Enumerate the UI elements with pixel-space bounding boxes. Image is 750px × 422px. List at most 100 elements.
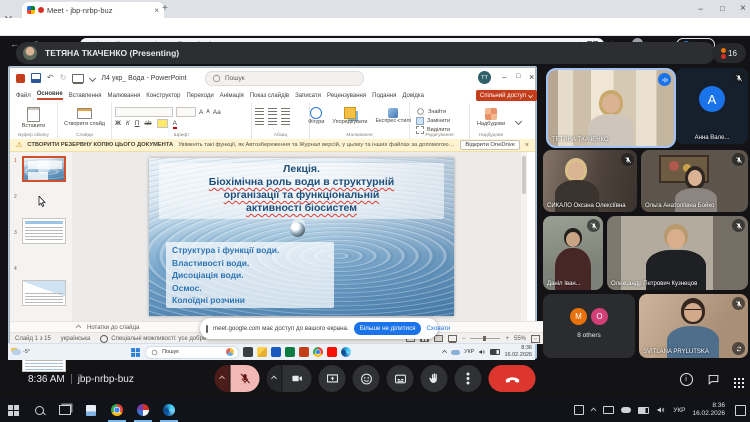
zoom-in-icon[interactable]: +: [505, 336, 509, 342]
ppt-restore-icon[interactable]: □: [516, 73, 520, 80]
quick-styles-button[interactable]: Експрес-стилі: [375, 108, 410, 124]
zoom-slider[interactable]: [470, 338, 500, 339]
slideshow-view-icon[interactable]: [448, 335, 457, 342]
edge-taskbar-icon[interactable]: [341, 347, 351, 357]
find-button[interactable]: Знайти: [416, 107, 466, 116]
tile-danil[interactable]: Даніл Іван...: [543, 216, 603, 290]
share-button[interactable]: Спільний доступ: [476, 90, 537, 101]
present-button[interactable]: [319, 365, 346, 392]
ppt-close-icon[interactable]: ×: [529, 72, 534, 82]
language-indicator[interactable]: УКР: [673, 407, 685, 414]
tile-sykalo[interactable]: СИКАЛО Оксана Олексіївна: [543, 150, 637, 212]
slideshow-icon[interactable]: [72, 74, 84, 83]
shared-volume-icon[interactable]: [478, 348, 486, 356]
font-name-box[interactable]: [115, 107, 173, 117]
zoom-level[interactable]: 55%: [514, 336, 526, 342]
redo-icon[interactable]: ↻: [60, 74, 67, 82]
chrome-taskbar-icon[interactable]: [313, 347, 323, 357]
addins-label[interactable]: Надбудови: [473, 121, 509, 127]
slide[interactable]: Лекція. Біохімічна роль води в структурн…: [149, 158, 454, 316]
strikethrough-icon[interactable]: ab: [144, 120, 151, 127]
slide-thumbnail-1[interactable]: [22, 156, 66, 182]
shapes-button[interactable]: Фігури: [308, 107, 324, 125]
bullets-icon[interactable]: [255, 108, 264, 115]
align-center-icon[interactable]: [268, 118, 277, 125]
qat-customize-icon[interactable]: [89, 74, 96, 81]
new-slide-icon[interactable]: [77, 108, 92, 119]
new-slide-label[interactable]: Створити слайд: [61, 121, 108, 127]
browser-tab[interactable]: Meet - jbp-nrbp-buz ×: [22, 2, 164, 18]
tab-view[interactable]: Подання: [372, 93, 396, 99]
task-view-button[interactable]: [52, 398, 78, 422]
shared-clock[interactable]: 8:36 16.02.2026: [504, 345, 532, 358]
numbering-icon[interactable]: [268, 108, 277, 115]
display-icon[interactable]: [603, 406, 614, 414]
ppt-minimize-icon[interactable]: −: [502, 73, 507, 82]
pen-workspace-icon[interactable]: [574, 405, 584, 415]
meeting-details-button[interactable]: i: [680, 373, 693, 386]
tab-transitions[interactable]: Переходи: [186, 93, 213, 99]
highlight-icon[interactable]: [157, 119, 168, 128]
fit-slide-icon[interactable]: [531, 335, 540, 343]
taskbar-search-button[interactable]: [26, 398, 52, 422]
grow-font-icon[interactable]: А: [199, 109, 203, 116]
shared-tray-chevron-icon[interactable]: [442, 350, 447, 355]
window-close-button[interactable]: ×: [740, 3, 746, 14]
tile-others[interactable]: M O 8 others: [543, 294, 635, 358]
font-color-icon[interactable]: А: [173, 120, 177, 127]
taskbar-app2-icon[interactable]: [130, 398, 156, 422]
shared-start-button[interactable]: [131, 348, 140, 357]
slide-thumbnail-2[interactable]: [22, 218, 66, 244]
tab-draw[interactable]: Малювання: [108, 93, 141, 99]
camera-options-chevron[interactable]: [267, 365, 282, 392]
reading-view-icon[interactable]: [434, 335, 443, 342]
tab-slideshow[interactable]: Показ слайдів: [250, 93, 289, 99]
more-options-button[interactable]: [455, 365, 482, 392]
onedrive-icon[interactable]: [621, 407, 631, 413]
save-icon[interactable]: [31, 73, 41, 83]
taskbar-chrome-icon[interactable]: [104, 398, 130, 422]
tab-design[interactable]: Конструктор: [146, 93, 180, 99]
shared-language[interactable]: УКР: [464, 349, 474, 355]
battery-icon[interactable]: [638, 407, 649, 414]
taskbar-app-icon[interactable]: [78, 398, 104, 422]
tile-tetyana[interactable]: ТЕТЯНА ТКАЧЕНКО: [546, 68, 676, 148]
end-call-button[interactable]: [489, 365, 536, 392]
ppt-user-avatar[interactable]: ТТ: [478, 71, 491, 84]
tile-svitlana[interactable]: SVITLANA PRYLUTSKA: [639, 294, 748, 358]
ppt-search-box[interactable]: Пошук: [205, 71, 364, 86]
tab-file[interactable]: Файл: [16, 93, 31, 99]
start-button[interactable]: [0, 398, 26, 422]
replace-button[interactable]: Замінити: [416, 117, 466, 125]
undo-icon[interactable]: ↶: [47, 74, 54, 82]
tab-review[interactable]: Рецензування: [327, 93, 366, 99]
shrink-font-icon[interactable]: А: [206, 109, 209, 115]
shared-weather-widget[interactable]: -5°: [8, 349, 30, 355]
ppt-taskbar-icon[interactable]: [299, 347, 309, 357]
shared-onedrive-icon[interactable]: [451, 350, 460, 355]
mic-mute-button[interactable]: [231, 365, 260, 392]
hidden-icons-chevron[interactable]: [591, 407, 597, 413]
bold-icon[interactable]: Ж: [115, 120, 121, 127]
activities-grid-icon[interactable]: [734, 378, 737, 381]
italic-icon[interactable]: К: [126, 120, 130, 127]
taskbar-edge-icon[interactable]: [156, 398, 182, 422]
volume-icon[interactable]: [656, 405, 666, 415]
language-status[interactable]: українська: [61, 336, 91, 342]
tile-olha[interactable]: Ольга Анатоліївна Бойко: [641, 150, 748, 212]
accessibility-status[interactable]: Спеціальні можливості: усе добре: [100, 335, 206, 343]
tab-insert[interactable]: Вставлення: [69, 93, 102, 99]
excel-icon[interactable]: [285, 347, 295, 357]
tile-anna[interactable]: А Анна Вале...: [676, 68, 748, 144]
stop-sharing-button[interactable]: Більше не ділитися: [354, 322, 422, 335]
hide-dialog-link[interactable]: Сховати: [426, 325, 450, 332]
tab-home[interactable]: Основне: [37, 91, 63, 100]
notes-label[interactable]: Нотатки до слайда: [87, 325, 139, 331]
notification-center-icon[interactable]: [735, 405, 746, 416]
file-explorer-icon[interactable]: [257, 347, 267, 357]
shared-search-box[interactable]: Пошук: [145, 346, 239, 359]
mic-options-chevron[interactable]: [215, 365, 230, 392]
tab-close-icon[interactable]: ×: [154, 6, 159, 15]
shared-battery-icon[interactable]: [490, 349, 500, 355]
backup-close-icon[interactable]: ×: [525, 142, 529, 149]
